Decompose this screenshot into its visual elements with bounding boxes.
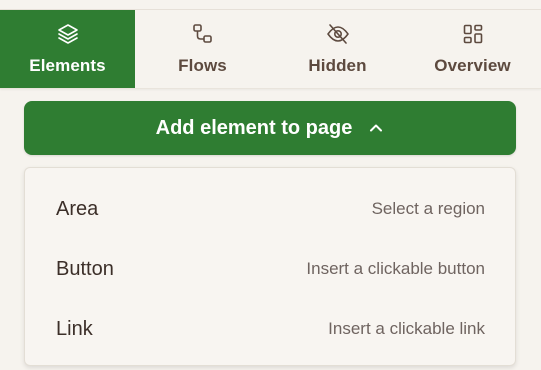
menu-item-link[interactable]: Link Insert a clickable link <box>25 299 515 359</box>
tab-elements[interactable]: Elements <box>0 10 135 88</box>
menu-item-label: Link <box>56 317 93 340</box>
tab-flows[interactable]: Flows <box>135 10 270 88</box>
menu-item-label: Button <box>56 257 114 280</box>
add-element-label: Add element to page <box>155 116 353 139</box>
tab-hidden[interactable]: Hidden <box>270 10 405 88</box>
top-edge <box>0 0 541 10</box>
menu-item-button[interactable]: Button Insert a clickable button <box>25 239 515 299</box>
flow-icon <box>192 24 212 43</box>
grid-icon <box>463 24 482 44</box>
menu-item-description: Insert a clickable link <box>328 319 485 338</box>
tab-bar: Elements Flows Hidden Overview <box>0 10 541 89</box>
menu-item-description: Select a region <box>371 199 485 218</box>
tab-label: Overview <box>434 56 511 75</box>
menu-item-area[interactable]: Area Select a region <box>25 179 515 239</box>
menu-item-description: Insert a clickable button <box>306 259 485 278</box>
add-element-button[interactable]: Add element to page <box>24 101 516 155</box>
chevron-up-icon <box>370 124 383 132</box>
menu-item-label: Area <box>56 197 99 220</box>
eye-off-icon <box>326 24 349 44</box>
tab-label: Hidden <box>308 56 367 75</box>
tab-overview[interactable]: Overview <box>405 10 540 88</box>
layers-icon <box>57 24 78 44</box>
tab-label: Elements <box>29 56 106 75</box>
add-element-menu: Area Select a region Button Insert a cli… <box>24 167 516 366</box>
tab-label: Flows <box>178 56 227 75</box>
